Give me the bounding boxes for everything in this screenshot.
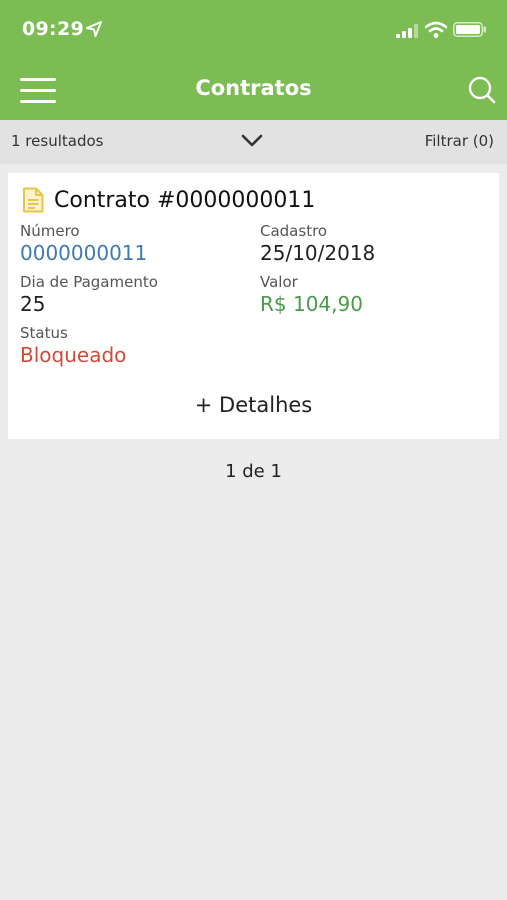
contract-card[interactable]: Contrato #0000000011 Número 0000000011 C… <box>8 173 499 439</box>
pagination-label: 1 de 1 <box>225 461 282 482</box>
filter-button[interactable]: Filtrar (0) <box>425 132 494 150</box>
status-field: Status Bloqueado <box>20 324 126 368</box>
search-icon[interactable] <box>467 75 497 105</box>
cadastro-value: 25/10/2018 <box>260 241 376 265</box>
location-arrow-icon <box>86 21 102 37</box>
status-value: Bloqueado <box>20 343 127 367</box>
numero-field: Número 0000000011 <box>20 222 147 266</box>
page-title: Contratos <box>195 76 312 100</box>
results-count: 1 resultados <box>11 132 104 150</box>
status-label: Status <box>20 324 68 342</box>
valor-field: Valor R$ 104,90 <box>260 273 363 317</box>
hamburger-icon-line <box>20 100 56 103</box>
cadastro-label: Cadastro <box>260 222 328 240</box>
results-bar: 1 resultados Filtrar (0) <box>0 120 507 164</box>
dia-pagamento-field: Dia de Pagamento 25 <box>20 273 158 317</box>
cellular-signal-icon <box>396 24 418 38</box>
numero-value: 0000000011 <box>20 241 148 265</box>
valor-label: Valor <box>260 273 298 291</box>
status-bar: 09:29 <box>0 0 507 60</box>
header: 09:29 Contratos <box>0 0 507 120</box>
wifi-icon <box>425 21 447 38</box>
card-header: Contrato #0000000011 <box>22 187 315 213</box>
valor-value: R$ 104,90 <box>260 292 363 316</box>
contract-title: Contrato #0000000011 <box>54 187 316 213</box>
details-button[interactable]: + Detalhes <box>8 393 499 417</box>
cadastro-field: Cadastro 25/10/2018 <box>260 222 375 266</box>
status-time: 09:29 <box>22 18 84 40</box>
document-icon <box>23 187 44 213</box>
battery-icon <box>453 22 486 37</box>
dia-pagamento-value: 25 <box>20 292 46 316</box>
app-screen: 09:29 Contratos 1 resultados Filtrar (0)… <box>0 0 507 900</box>
chevron-down-icon[interactable] <box>240 132 264 148</box>
numero-label: Número <box>20 222 80 240</box>
nav-bar: Contratos <box>0 60 507 120</box>
dia-pagamento-label: Dia de Pagamento <box>20 273 158 291</box>
